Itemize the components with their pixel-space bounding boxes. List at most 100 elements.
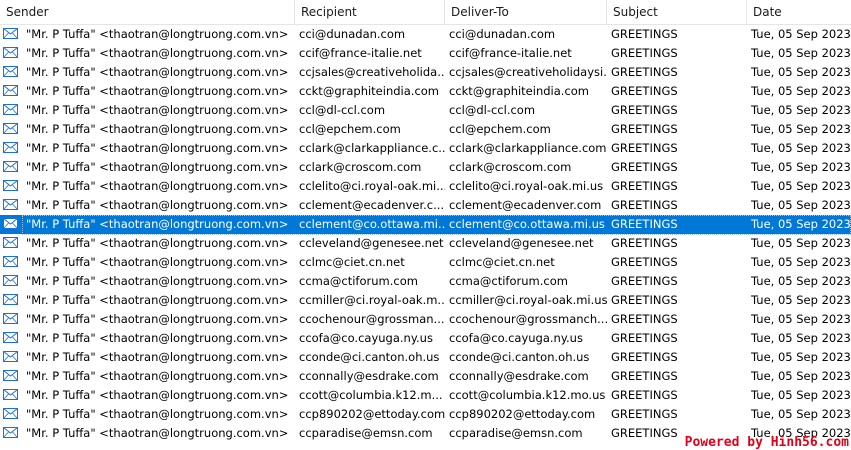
cell-sender: "Mr. P Tuffa" <thaotran@longtruong.com.v… [26, 27, 289, 41]
cell-sender: "Mr. P Tuffa" <thaotran@longtruong.com.v… [26, 388, 289, 402]
cell-sender: "Mr. P Tuffa" <thaotran@longtruong.com.v… [26, 407, 289, 421]
message-row[interactable]: "Mr. P Tuffa" <thaotran@longtruong.com.v… [0, 101, 851, 120]
envelope-icon [3, 123, 18, 134]
message-row[interactable]: "Mr. P Tuffa" <thaotran@longtruong.com.v… [0, 234, 851, 253]
cell-subject: GREETINGS [611, 141, 678, 155]
cell-date: Tue, 05 Sep 2023 1 [751, 179, 851, 193]
message-row[interactable]: "Mr. P Tuffa" <thaotran@longtruong.com.v… [0, 291, 851, 310]
cell-recipient: cckt@graphiteindia.com [299, 84, 439, 98]
cell-date: Tue, 05 Sep 2023 1 [751, 122, 851, 136]
cell-date: Tue, 05 Sep 2023 1 [751, 369, 851, 383]
column-header-date[interactable]: Date [747, 0, 851, 24]
message-row[interactable]: "Mr. P Tuffa" <thaotran@longtruong.com.v… [0, 196, 851, 215]
message-row[interactable]: "Mr. P Tuffa" <thaotran@longtruong.com.v… [0, 272, 851, 291]
cell-subject: GREETINGS [611, 388, 678, 402]
message-row-selected[interactable]: "Mr. P Tuffa" <thaotran@longtruong.com.v… [0, 215, 851, 235]
cell-sender: "Mr. P Tuffa" <thaotran@longtruong.com.v… [26, 84, 289, 98]
cell-sender: "Mr. P Tuffa" <thaotran@longtruong.com.v… [26, 160, 289, 174]
cell-date: Tue, 05 Sep 2023 1 [751, 65, 851, 79]
cell-sender: "Mr. P Tuffa" <thaotran@longtruong.com.v… [26, 46, 289, 60]
message-row[interactable]: "Mr. P Tuffa" <thaotran@longtruong.com.v… [0, 63, 851, 82]
cell-deliver-to: ccma@ctiforum.com [449, 274, 568, 288]
cell-deliver-to: cclmc@ciet.cn.net [449, 255, 555, 269]
cell-recipient: cclark@croscom.com [299, 160, 422, 174]
cell-recipient: cclmc@ciet.cn.net [299, 255, 405, 269]
message-row[interactable]: "Mr. P Tuffa" <thaotran@longtruong.com.v… [0, 386, 851, 405]
envelope-icon [3, 180, 18, 191]
envelope-icon [3, 237, 18, 248]
column-header-deliver-to[interactable]: Deliver-To [445, 0, 607, 24]
cell-recipient: ccl@dl-ccl.com [299, 103, 386, 117]
cell-sender: "Mr. P Tuffa" <thaotran@longtruong.com.v… [26, 331, 289, 345]
cell-deliver-to: cclelito@ci.royal-oak.mi.us [449, 179, 604, 193]
envelope-icon [3, 275, 18, 286]
cell-deliver-to: cci@dunadan.com [449, 27, 556, 41]
message-row[interactable]: "Mr. P Tuffa" <thaotran@longtruong.com.v… [0, 120, 851, 139]
cell-deliver-to: cclark@clarkappliance.com [449, 141, 607, 155]
cell-deliver-to: cclark@croscom.com [449, 160, 572, 174]
cell-date: Tue, 05 Sep 2023 1 [751, 407, 851, 421]
envelope-icon [3, 161, 18, 172]
cell-recipient: ccofa@co.cayuga.ny.us [299, 331, 433, 345]
envelope-icon [3, 85, 18, 96]
cell-recipient: ccleveland@genesee.net [299, 236, 444, 250]
cell-recipient: ccott@columbia.k12.m... [299, 388, 443, 402]
message-row[interactable]: "Mr. P Tuffa" <thaotran@longtruong.com.v… [0, 139, 851, 158]
message-row[interactable]: "Mr. P Tuffa" <thaotran@longtruong.com.v… [0, 253, 851, 272]
message-row[interactable]: "Mr. P Tuffa" <thaotran@longtruong.com.v… [0, 158, 851, 177]
cell-recipient: cclement@co.ottawa.mi.... [299, 217, 445, 231]
message-row[interactable]: "Mr. P Tuffa" <thaotran@longtruong.com.v… [0, 177, 851, 196]
cell-date: Tue, 05 Sep 2023 1 [751, 236, 851, 250]
cell-sender: "Mr. P Tuffa" <thaotran@longtruong.com.v… [26, 65, 289, 79]
cell-recipient: cclement@ecadenver.c... [299, 198, 445, 212]
cell-date: Tue, 05 Sep 2023 1 [751, 350, 851, 364]
envelope-icon [3, 142, 18, 153]
cell-date: Tue, 05 Sep 2023 1 [751, 255, 851, 269]
cell-sender: "Mr. P Tuffa" <thaotran@longtruong.com.v… [26, 350, 289, 364]
cell-subject: GREETINGS [611, 217, 678, 231]
envelope-icon [3, 370, 18, 381]
column-header-subject[interactable]: Subject [607, 0, 747, 24]
cell-recipient: ccif@france-italie.net [299, 46, 422, 60]
message-row[interactable]: "Mr. P Tuffa" <thaotran@longtruong.com.v… [0, 348, 851, 367]
cell-sender: "Mr. P Tuffa" <thaotran@longtruong.com.v… [26, 198, 289, 212]
cell-deliver-to: ccjsales@creativeholidaysi... [449, 65, 607, 79]
cell-recipient: cci@dunadan.com [299, 27, 406, 41]
cell-date: Tue, 05 Sep 2023 1 [751, 46, 851, 60]
cell-deliver-to: ccmiller@ci.royal-oak.mi.us [449, 293, 607, 307]
cell-recipient: ccma@ctiforum.com [299, 274, 418, 288]
cell-deliver-to: cclement@ecadenver.com [449, 198, 602, 212]
cell-deliver-to: cckt@graphiteindia.com [449, 84, 589, 98]
cell-sender: "Mr. P Tuffa" <thaotran@longtruong.com.v… [26, 426, 289, 440]
cell-deliver-to: cclement@co.ottawa.mi.us [449, 217, 605, 231]
envelope-icon [3, 294, 18, 305]
envelope-icon [3, 389, 18, 400]
envelope-icon [3, 408, 18, 419]
message-row[interactable]: "Mr. P Tuffa" <thaotran@longtruong.com.v… [0, 44, 851, 63]
message-row[interactable]: "Mr. P Tuffa" <thaotran@longtruong.com.v… [0, 25, 851, 44]
message-row[interactable]: "Mr. P Tuffa" <thaotran@longtruong.com.v… [0, 405, 851, 424]
cell-sender: "Mr. P Tuffa" <thaotran@longtruong.com.v… [26, 369, 289, 383]
cell-deliver-to: ccp890202@ettoday.com [449, 407, 596, 421]
cell-deliver-to: ccochenour@grossmanch... [449, 312, 607, 326]
cell-recipient: ccochenour@grossman... [299, 312, 445, 326]
message-row[interactable]: "Mr. P Tuffa" <thaotran@longtruong.com.v… [0, 329, 851, 348]
cell-subject: GREETINGS [611, 27, 678, 41]
cell-sender: "Mr. P Tuffa" <thaotran@longtruong.com.v… [26, 274, 289, 288]
message-row[interactable]: "Mr. P Tuffa" <thaotran@longtruong.com.v… [0, 82, 851, 101]
cell-deliver-to: ccl@dl-ccl.com [449, 103, 536, 117]
column-header-recipient[interactable]: Recipient [295, 0, 445, 24]
cell-recipient: ccp890202@ettoday.com [299, 407, 445, 421]
column-header-bar: Sender Recipient Deliver-To Subject Date [0, 0, 851, 25]
cell-deliver-to: ccif@france-italie.net [449, 46, 572, 60]
cell-sender: "Mr. P Tuffa" <thaotran@longtruong.com.v… [26, 103, 289, 117]
envelope-icon [3, 66, 18, 77]
column-header-sender[interactable]: Sender [0, 0, 295, 24]
cell-recipient: ccl@epchem.com [299, 122, 401, 136]
cell-subject: GREETINGS [611, 369, 678, 383]
message-row[interactable]: "Mr. P Tuffa" <thaotran@longtruong.com.v… [0, 310, 851, 329]
cell-subject: GREETINGS [611, 236, 678, 250]
cell-sender: "Mr. P Tuffa" <thaotran@longtruong.com.v… [26, 217, 289, 231]
message-row[interactable]: "Mr. P Tuffa" <thaotran@longtruong.com.v… [0, 367, 851, 386]
cell-date: Tue, 05 Sep 2023 1 [751, 27, 851, 41]
